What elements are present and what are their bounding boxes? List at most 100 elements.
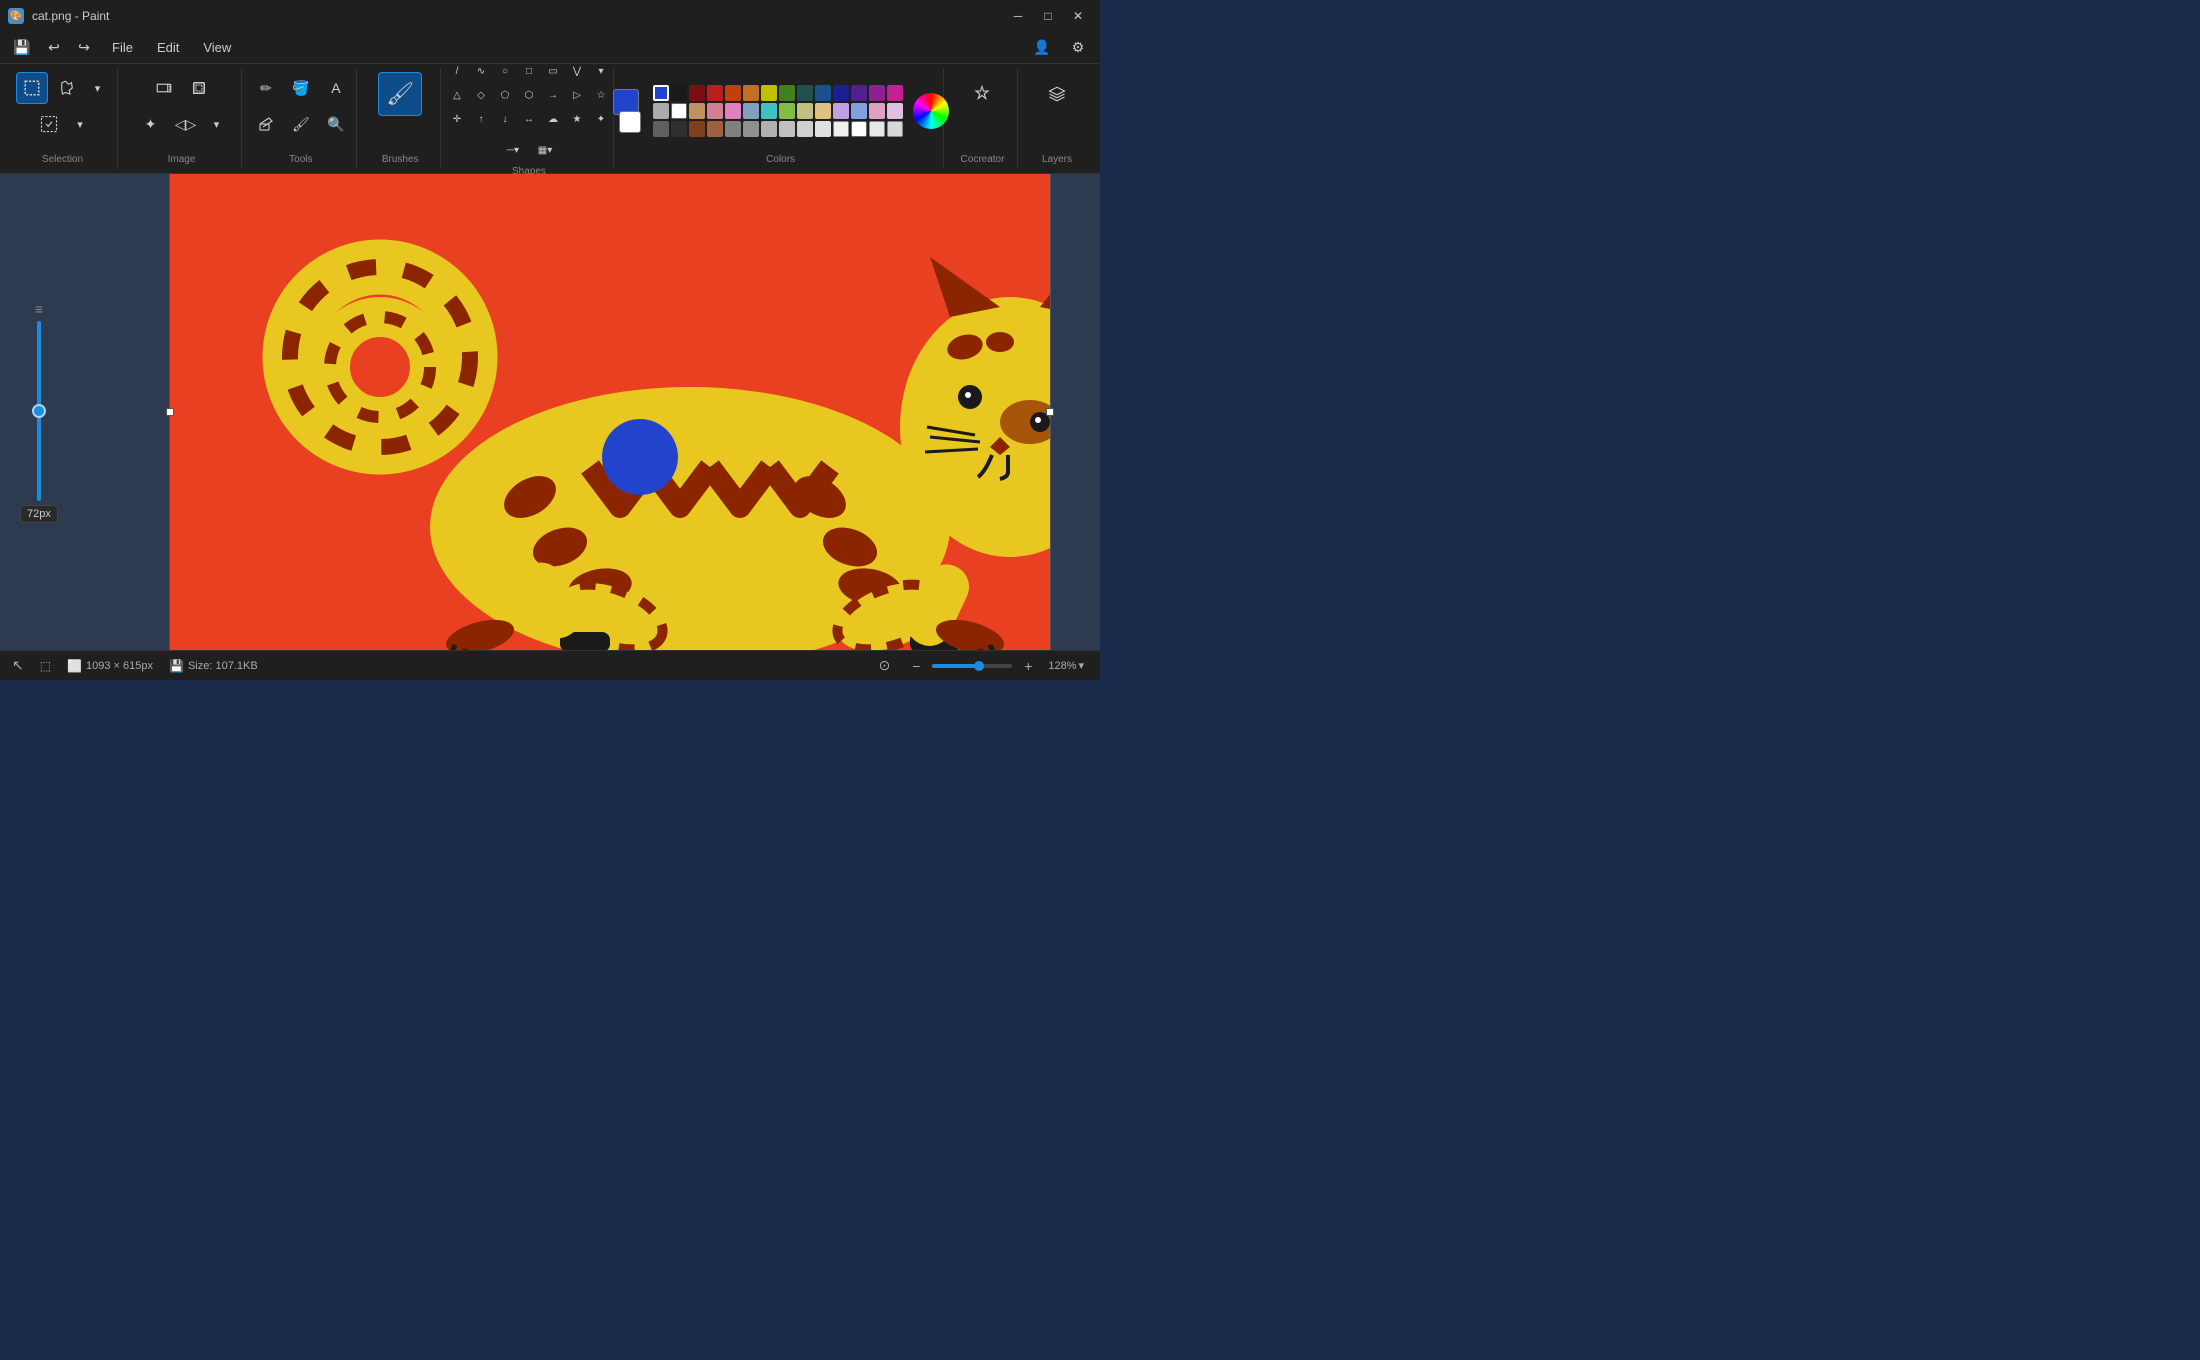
color-orange-red[interactable]	[725, 85, 741, 101]
flip-button[interactable]: ◁▷	[170, 108, 202, 140]
color-dark-red[interactable]	[689, 85, 705, 101]
color-picker-button[interactable]	[913, 93, 949, 129]
shape-pentagon[interactable]: ⬠	[494, 84, 516, 106]
selection-all-button[interactable]	[33, 108, 65, 140]
save-icon[interactable]: 💾	[8, 34, 36, 62]
color-d14[interactable]	[887, 121, 903, 137]
color-lime[interactable]	[779, 103, 795, 119]
slider-track[interactable]	[37, 321, 41, 501]
selection-dropdown[interactable]: ▾	[86, 76, 110, 100]
color-periwinkle[interactable]	[851, 103, 867, 119]
shape-star[interactable]: ☆	[590, 84, 612, 106]
crop-button[interactable]	[183, 72, 215, 104]
color-lavender[interactable]	[833, 103, 849, 119]
close-button[interactable]: ✕	[1064, 2, 1092, 30]
background-color[interactable]	[619, 111, 641, 133]
eraser-button[interactable]	[250, 108, 282, 140]
color-pink2[interactable]	[887, 85, 903, 101]
selection-free-button[interactable]	[51, 72, 83, 104]
color-d3[interactable]	[689, 121, 705, 137]
color-d1[interactable]	[653, 121, 669, 137]
color-magenta2[interactable]	[869, 85, 885, 101]
shape-larrow[interactable]: ↔	[518, 108, 540, 130]
text-button[interactable]: A	[320, 72, 352, 104]
zoom-value-button[interactable]: 128% ▾	[1044, 657, 1088, 674]
color-d4[interactable]	[707, 121, 723, 137]
color-d13[interactable]	[869, 121, 885, 137]
color-d5[interactable]	[725, 121, 741, 137]
shape-arrow-more[interactable]: ▷	[566, 84, 588, 106]
color-cyan[interactable]	[761, 103, 777, 119]
effects-button[interactable]: ✦	[135, 108, 167, 140]
menu-view[interactable]: View	[193, 36, 241, 59]
shape-callout[interactable]: ☁	[542, 108, 564, 130]
color-d11[interactable]	[833, 121, 849, 137]
color-white[interactable]	[671, 103, 687, 119]
color-d7[interactable]	[761, 121, 777, 137]
zoom-track[interactable]	[932, 664, 1012, 668]
color-olive[interactable]	[797, 103, 813, 119]
shape-rect[interactable]: □	[518, 60, 540, 82]
shape-hex[interactable]: ⬡	[518, 84, 540, 106]
shape-diamond[interactable]: ◇	[470, 84, 492, 106]
color-green[interactable]	[779, 85, 795, 101]
color-blue[interactable]	[653, 85, 669, 101]
account-icon[interactable]: 👤	[1028, 34, 1056, 62]
shape-arrow-4[interactable]: ✛	[446, 108, 468, 130]
maximize-button[interactable]: □	[1034, 2, 1062, 30]
color-d6[interactable]	[743, 121, 759, 137]
shape-darrow[interactable]: ↓	[494, 108, 516, 130]
menu-edit[interactable]: Edit	[147, 36, 189, 59]
settings-icon[interactable]: ⚙	[1064, 34, 1092, 62]
menu-file[interactable]: File	[102, 36, 143, 59]
shape-more[interactable]: ▾	[590, 60, 612, 82]
resize-button[interactable]	[148, 72, 180, 104]
fill-button[interactable]: 🪣	[285, 72, 317, 104]
layers-button[interactable]	[1035, 72, 1079, 116]
zoom-in-button[interactable]: +	[1018, 656, 1038, 676]
color-gray[interactable]	[653, 103, 669, 119]
canvas-frame[interactable]	[169, 174, 1051, 650]
color-thistle[interactable]	[887, 103, 903, 119]
zoom-thumb[interactable]	[974, 661, 984, 671]
selection-sub-dropdown[interactable]: ▾	[68, 112, 92, 136]
brush-alt-button[interactable]: 🖌	[285, 108, 317, 140]
color-light-pink[interactable]	[725, 103, 741, 119]
shape-arrow-r[interactable]: →	[542, 84, 564, 106]
slider-thumb[interactable]	[32, 404, 46, 418]
shape-triangle[interactable]: △	[446, 84, 468, 106]
color-purple[interactable]	[851, 85, 867, 101]
flip-dropdown[interactable]: ▾	[205, 112, 229, 136]
undo-button[interactable]: ↩	[40, 34, 68, 62]
color-d2[interactable]	[671, 121, 687, 137]
color-red[interactable]	[707, 85, 723, 101]
handle-ml[interactable]	[166, 408, 174, 416]
color-d9[interactable]	[797, 121, 813, 137]
color-black[interactable]	[671, 85, 687, 101]
shape-rect2[interactable]: ▭	[542, 60, 564, 82]
selection-rect-button[interactable]	[16, 72, 48, 104]
shape-uarrow[interactable]: ↑	[470, 108, 492, 130]
eyedropper-button[interactable]: 🔍	[320, 108, 352, 140]
cocreator-button[interactable]	[960, 72, 1004, 116]
color-rose[interactable]	[707, 103, 723, 119]
color-orange[interactable]	[743, 85, 759, 101]
color-steel-blue[interactable]	[815, 85, 831, 101]
color-d12[interactable]	[851, 121, 867, 137]
color-d8[interactable]	[779, 121, 795, 137]
zoom-out-button[interactable]: −	[906, 656, 926, 676]
shape-line[interactable]: /	[446, 60, 468, 82]
minimize-button[interactable]: ─	[1004, 2, 1032, 30]
shape-star5[interactable]: ★	[566, 108, 588, 130]
shape-outline-btn[interactable]: ─▾	[501, 138, 525, 162]
color-tan[interactable]	[689, 103, 705, 119]
pencil-button[interactable]: ✏	[250, 72, 282, 104]
color-teal[interactable]	[797, 85, 813, 101]
color-yellow[interactable]	[761, 85, 777, 101]
brushes-main-button[interactable]: 🖌	[378, 72, 422, 116]
color-d10[interactable]	[815, 121, 831, 137]
handle-mr[interactable]	[1046, 408, 1054, 416]
color-wheat[interactable]	[815, 103, 831, 119]
color-navy[interactable]	[833, 85, 849, 101]
redo-button[interactable]: ↪	[70, 34, 98, 62]
